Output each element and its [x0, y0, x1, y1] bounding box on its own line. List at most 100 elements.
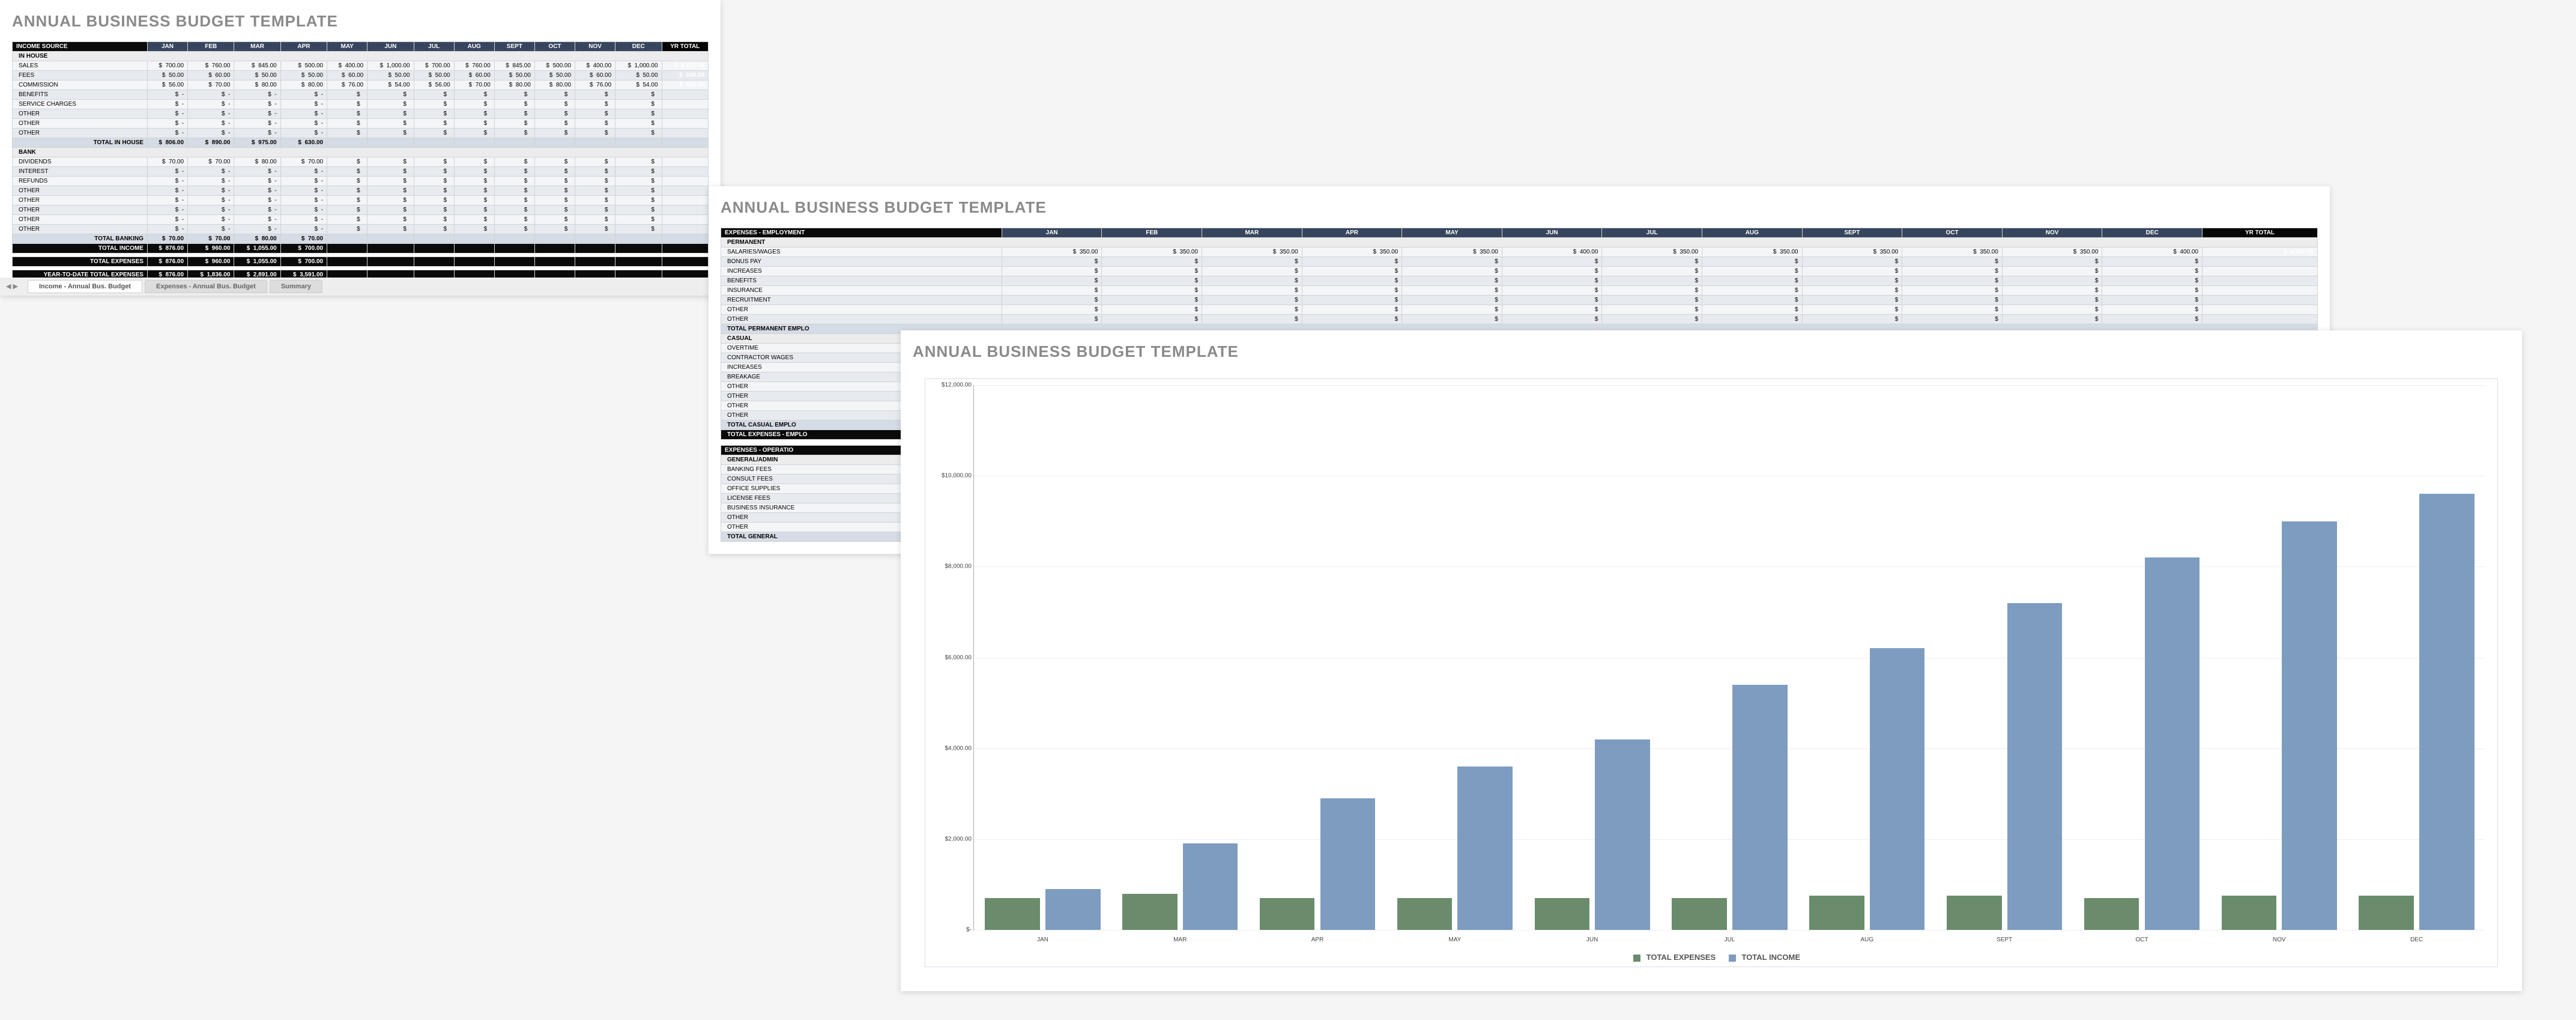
- cell[interactable]: $: [1902, 257, 2003, 267]
- cell[interactable]: $: [414, 225, 454, 234]
- cell[interactable]: $: [414, 215, 454, 225]
- cell[interactable]: $: [1602, 315, 1702, 324]
- cell[interactable]: $: [2102, 305, 2203, 315]
- cell[interactable]: $: [414, 129, 454, 138]
- cell[interactable]: $: [494, 196, 534, 205]
- tab-expenses[interactable]: Expenses - Annual Bus. Budget: [145, 280, 267, 293]
- cell[interactable]: $ -: [188, 100, 234, 109]
- cell[interactable]: $ -: [280, 119, 327, 129]
- cell[interactable]: $ -: [188, 109, 234, 119]
- cell[interactable]: $: [575, 225, 615, 234]
- cell[interactable]: $: [575, 90, 615, 100]
- cell[interactable]: $: [575, 167, 615, 177]
- cell[interactable]: $ 76.00: [575, 80, 615, 90]
- cell[interactable]: $ 54.00: [367, 80, 414, 90]
- cell[interactable]: $: [1702, 296, 1803, 305]
- cell[interactable]: $ -: [188, 167, 234, 177]
- cell[interactable]: $: [1102, 267, 1202, 276]
- cell[interactable]: $: [1002, 315, 1102, 324]
- cell[interactable]: $: [454, 167, 494, 177]
- cell[interactable]: $ -: [234, 90, 280, 100]
- cell[interactable]: $ -: [147, 119, 187, 129]
- cell[interactable]: $: [2102, 315, 2203, 324]
- cell[interactable]: $: [1802, 305, 1902, 315]
- cell[interactable]: $ 80.00: [534, 80, 575, 90]
- cell[interactable]: $ -: [147, 177, 187, 186]
- cell[interactable]: $ 700.00: [147, 61, 187, 71]
- cell[interactable]: $: [1202, 267, 1302, 276]
- cell[interactable]: $: [1902, 305, 2003, 315]
- cell[interactable]: $: [1902, 315, 2003, 324]
- cell[interactable]: $: [1602, 296, 1702, 305]
- cell[interactable]: $ -: [147, 215, 187, 225]
- cell[interactable]: $ -: [280, 177, 327, 186]
- cell[interactable]: $: [2002, 267, 2102, 276]
- cell[interactable]: $: [367, 100, 414, 109]
- cell[interactable]: $: [1202, 315, 1302, 324]
- cell[interactable]: $ 50.00: [494, 71, 534, 80]
- cell[interactable]: $ 1,000.00: [367, 61, 414, 71]
- cell[interactable]: $: [2102, 276, 2203, 286]
- cell[interactable]: $: [327, 205, 367, 215]
- cell[interactable]: $: [1602, 305, 1702, 315]
- cell[interactable]: $: [367, 215, 414, 225]
- cell[interactable]: $ 760.00: [454, 61, 494, 71]
- cell[interactable]: $: [1502, 286, 1602, 296]
- cell[interactable]: $ 50.00: [147, 71, 187, 80]
- cell[interactable]: $: [575, 196, 615, 205]
- cell[interactable]: $: [1002, 286, 1102, 296]
- cell[interactable]: $: [327, 157, 367, 167]
- cell[interactable]: $: [615, 129, 662, 138]
- cell[interactable]: $: [1502, 296, 1602, 305]
- cell[interactable]: $: [494, 129, 534, 138]
- cell[interactable]: $: [494, 100, 534, 109]
- cell[interactable]: $: [367, 90, 414, 100]
- cell[interactable]: $: [615, 109, 662, 119]
- cell[interactable]: $: [534, 90, 575, 100]
- cell[interactable]: $: [575, 186, 615, 196]
- cell[interactable]: $: [494, 225, 534, 234]
- cell[interactable]: $ -: [280, 196, 327, 205]
- cell[interactable]: $ 350.00: [1702, 247, 1803, 257]
- cell[interactable]: $ 70.00: [188, 80, 234, 90]
- cell[interactable]: $: [1002, 296, 1102, 305]
- cell[interactable]: $: [1102, 286, 1202, 296]
- cell[interactable]: $: [1402, 257, 1502, 267]
- cell[interactable]: $: [1802, 257, 1902, 267]
- cell[interactable]: $: [414, 177, 454, 186]
- cell[interactable]: $: [1702, 305, 1803, 315]
- cell[interactable]: $: [615, 100, 662, 109]
- cell[interactable]: $: [534, 196, 575, 205]
- cell[interactable]: $ 56.00: [147, 80, 187, 90]
- cell[interactable]: $ 50.00: [414, 71, 454, 80]
- cell[interactable]: $: [1302, 257, 1402, 267]
- cell[interactable]: $ -: [234, 119, 280, 129]
- cell[interactable]: $: [615, 205, 662, 215]
- cell[interactable]: $ 500.00: [280, 61, 327, 71]
- cell[interactable]: $ -: [280, 167, 327, 177]
- cell[interactable]: $: [1302, 305, 1402, 315]
- cell[interactable]: $: [494, 109, 534, 119]
- cell[interactable]: $ 350.00: [1402, 247, 1502, 257]
- cell[interactable]: $: [1102, 276, 1202, 286]
- cell[interactable]: $ 80.00: [234, 157, 280, 167]
- cell[interactable]: $ 50.00: [280, 71, 327, 80]
- cell[interactable]: $: [1002, 267, 1102, 276]
- cell[interactable]: $: [1702, 315, 1803, 324]
- cell[interactable]: $: [1302, 286, 1402, 296]
- cell[interactable]: $ -: [188, 215, 234, 225]
- cell[interactable]: $: [1802, 276, 1902, 286]
- cell[interactable]: $ 70.00: [188, 157, 234, 167]
- cell[interactable]: $: [534, 177, 575, 186]
- cell[interactable]: $: [575, 109, 615, 119]
- cell[interactable]: $: [1302, 276, 1402, 286]
- cell[interactable]: $: [327, 90, 367, 100]
- cell[interactable]: $ 700.00: [414, 61, 454, 71]
- cell[interactable]: $: [615, 119, 662, 129]
- cell[interactable]: $: [367, 157, 414, 167]
- cell[interactable]: $ -: [234, 205, 280, 215]
- cell[interactable]: $ -: [234, 225, 280, 234]
- cell[interactable]: $: [1402, 276, 1502, 286]
- cell[interactable]: $: [414, 100, 454, 109]
- cell[interactable]: $: [367, 109, 414, 119]
